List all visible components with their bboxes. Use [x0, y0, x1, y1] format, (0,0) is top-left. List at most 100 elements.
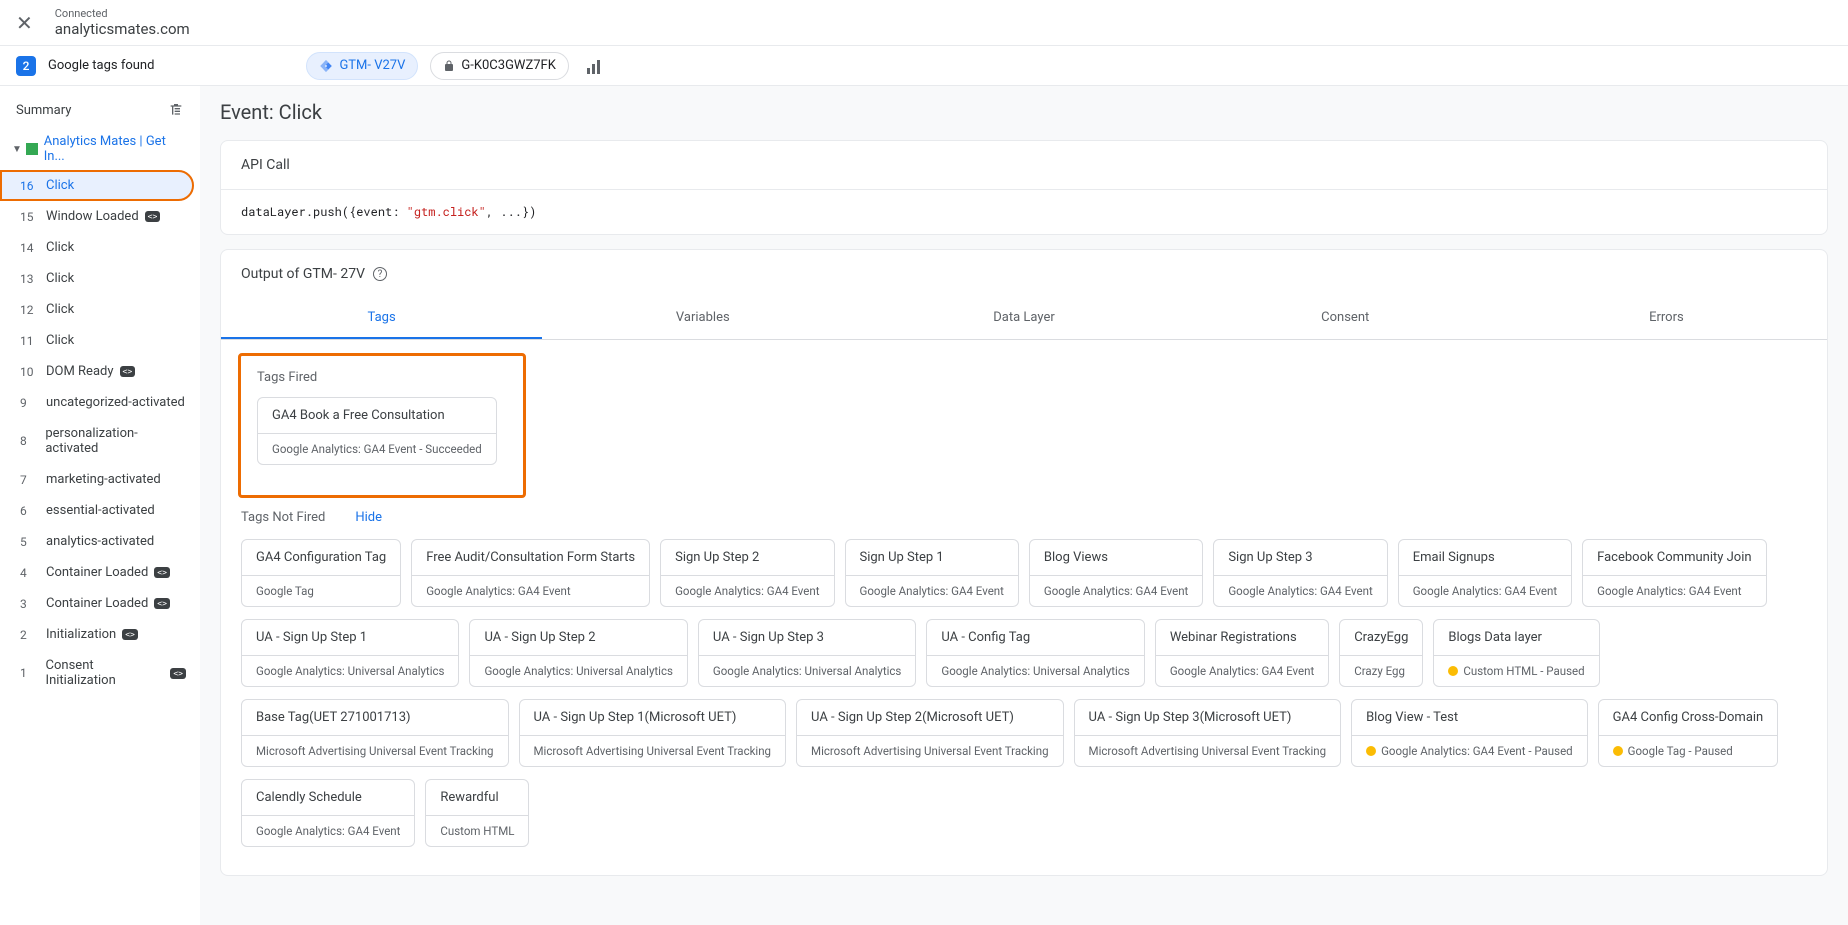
- tag-card-title: Blog View - Test: [1352, 700, 1587, 735]
- tag-card[interactable]: UA - Config TagGoogle Analytics: Univers…: [926, 619, 1144, 687]
- event-list: 16Click15Window Loaded<>14Click13Click12…: [0, 170, 200, 696]
- event-num: 11: [20, 334, 40, 348]
- code-icon: <>: [170, 668, 186, 679]
- tag-card-sub: Google Analytics: GA4 Event - Paused: [1352, 735, 1587, 766]
- ga-pill-label: G-K0C3GWZ7FK: [461, 58, 556, 73]
- tag-card-title: GA4 Config Cross-Domain: [1599, 700, 1778, 735]
- paused-icon: [1448, 666, 1458, 676]
- event-item[interactable]: 2Initialization<>: [0, 619, 194, 650]
- tag-card-sub: Google Analytics: Universal Analytics: [699, 655, 915, 686]
- event-item[interactable]: 5analytics-activated: [0, 526, 194, 557]
- tag-card-sub: Microsoft Advertising Universal Event Tr…: [242, 735, 508, 766]
- tag-card[interactable]: UA - Sign Up Step 3(Microsoft UET)Micros…: [1074, 699, 1342, 767]
- event-item[interactable]: 3Container Loaded<>: [0, 588, 194, 619]
- tag-card[interactable]: Calendly ScheduleGoogle Analytics: GA4 E…: [241, 779, 415, 847]
- tag-card-title: Sign Up Step 2: [661, 540, 833, 575]
- tag-card-sub: Google Tag: [242, 575, 400, 606]
- ga-pill[interactable]: G-K0C3GWZ7FK: [430, 52, 569, 80]
- tag-card-sub: Google Analytics: Universal Analytics: [927, 655, 1143, 686]
- event-item[interactable]: 8personalization-activated: [0, 418, 194, 464]
- event-item[interactable]: 14Click: [0, 232, 194, 263]
- tab-data-layer[interactable]: Data Layer: [863, 298, 1184, 339]
- tags-fired-label: Tags Fired: [257, 370, 507, 385]
- tag-card-title: UA - Config Tag: [927, 620, 1143, 655]
- code-icon: <>: [120, 366, 136, 377]
- tag-card[interactable]: CrazyEggCrazy Egg: [1339, 619, 1423, 687]
- event-item[interactable]: 11Click: [0, 325, 194, 356]
- tag-card-title: UA - Sign Up Step 1: [242, 620, 458, 655]
- event-name: Container Loaded: [46, 596, 148, 611]
- tag-card-title: Webinar Registrations: [1156, 620, 1328, 655]
- api-call-panel: API Call dataLayer.push({event: "gtm.cli…: [220, 140, 1828, 235]
- tag-card[interactable]: UA - Sign Up Step 1Google Analytics: Uni…: [241, 619, 459, 687]
- event-item[interactable]: 12Click: [0, 294, 194, 325]
- api-call-code: dataLayer.push({event: "gtm.click", ...}…: [221, 189, 1827, 234]
- event-item[interactable]: 13Click: [0, 263, 194, 294]
- event-item[interactable]: 6essential-activated: [0, 495, 194, 526]
- event-item[interactable]: 1Consent Initialization<>: [0, 650, 194, 696]
- tag-card-title: Calendly Schedule: [242, 780, 414, 815]
- summary-label: Summary: [16, 103, 71, 118]
- gtm-pill[interactable]: GTM- V27V: [306, 52, 418, 80]
- gtm-icon: [319, 59, 333, 73]
- paused-icon: [1613, 746, 1623, 756]
- event-item[interactable]: 16Click: [0, 170, 194, 201]
- tree-item[interactable]: ▼ Analytics Mates | Get In...: [0, 128, 200, 170]
- tag-card-sub: Microsoft Advertising Universal Event Tr…: [1075, 735, 1341, 766]
- code-icon: <>: [122, 629, 138, 640]
- hide-link[interactable]: Hide: [355, 510, 382, 525]
- close-icon[interactable]: ✕: [16, 11, 33, 35]
- tag-card-sub: Google Analytics: Universal Analytics: [242, 655, 458, 686]
- fired-cards: GA4 Book a Free ConsultationGoogle Analy…: [257, 397, 507, 477]
- event-item[interactable]: 15Window Loaded<>: [0, 201, 194, 232]
- help-icon[interactable]: ?: [373, 267, 387, 281]
- tag-card[interactable]: Sign Up Step 1Google Analytics: GA4 Even…: [845, 539, 1019, 607]
- tag-card-sub: Google Analytics: GA4 Event: [412, 575, 649, 606]
- tag-card-title: UA - Sign Up Step 2(Microsoft UET): [797, 700, 1063, 735]
- code-icon: <>: [145, 211, 161, 222]
- tag-card-sub: Microsoft Advertising Universal Event Tr…: [520, 735, 786, 766]
- tag-card-sub: Google Tag - Paused: [1599, 735, 1778, 766]
- tag-card[interactable]: Sign Up Step 3Google Analytics: GA4 Even…: [1213, 539, 1387, 607]
- tag-card[interactable]: UA - Sign Up Step 2(Microsoft UET)Micros…: [796, 699, 1064, 767]
- tag-card-title: Email Signups: [1399, 540, 1571, 575]
- tab-variables[interactable]: Variables: [542, 298, 863, 339]
- event-item[interactable]: 4Container Loaded<>: [0, 557, 194, 588]
- tag-card[interactable]: Blog View - TestGoogle Analytics: GA4 Ev…: [1351, 699, 1588, 767]
- tag-card[interactable]: GA4 Configuration TagGoogle Tag: [241, 539, 401, 607]
- tags-fired-highlight: Tags Fired GA4 Book a Free ConsultationG…: [238, 353, 526, 498]
- tag-card[interactable]: Sign Up Step 2Google Analytics: GA4 Even…: [660, 539, 834, 607]
- clear-icon[interactable]: [168, 102, 184, 118]
- tag-card-sub: Google Analytics: GA4 Event - Succeeded: [258, 433, 496, 464]
- tag-card[interactable]: RewardfulCustom HTML: [425, 779, 529, 847]
- tag-card[interactable]: UA - Sign Up Step 2Google Analytics: Uni…: [469, 619, 687, 687]
- tag-card-title: UA - Sign Up Step 3: [699, 620, 915, 655]
- tag-card[interactable]: Base Tag(UET 271001713)Microsoft Adverti…: [241, 699, 509, 767]
- tab-consent[interactable]: Consent: [1185, 298, 1506, 339]
- lock-icon: [443, 60, 455, 72]
- event-item[interactable]: 10DOM Ready<>: [0, 356, 194, 387]
- page-status-icon: [26, 143, 38, 155]
- tag-card[interactable]: Blogs Data layerCustom HTML - Paused: [1433, 619, 1599, 687]
- tag-card-title: Rewardful: [426, 780, 528, 815]
- tag-card[interactable]: Blog ViewsGoogle Analytics: GA4 Event: [1029, 539, 1203, 607]
- tag-card[interactable]: Webinar RegistrationsGoogle Analytics: G…: [1155, 619, 1329, 687]
- tag-card[interactable]: UA - Sign Up Step 3Google Analytics: Uni…: [698, 619, 916, 687]
- tag-card-title: Blogs Data layer: [1434, 620, 1598, 655]
- tag-card[interactable]: UA - Sign Up Step 1(Microsoft UET)Micros…: [519, 699, 787, 767]
- tab-tags[interactable]: Tags: [221, 298, 542, 339]
- event-item[interactable]: 9uncategorized-activated: [0, 387, 194, 418]
- tag-card[interactable]: Email SignupsGoogle Analytics: GA4 Event: [1398, 539, 1572, 607]
- tag-card-sub: Microsoft Advertising Universal Event Tr…: [797, 735, 1063, 766]
- event-name: essential-activated: [46, 503, 155, 518]
- tag-card[interactable]: GA4 Book a Free ConsultationGoogle Analy…: [257, 397, 497, 465]
- tag-card[interactable]: Facebook Community JoinGoogle Analytics:…: [1582, 539, 1766, 607]
- summary-row[interactable]: Summary: [0, 92, 200, 128]
- event-item[interactable]: 7marketing-activated: [0, 464, 194, 495]
- tag-card-title: Free Audit/Consultation Form Starts: [412, 540, 649, 575]
- analytics-chart-icon[interactable]: [587, 58, 603, 74]
- tag-card[interactable]: GA4 Config Cross-DomainGoogle Tag - Paus…: [1598, 699, 1779, 767]
- tag-card-title: GA4 Configuration Tag: [242, 540, 400, 575]
- tag-card[interactable]: Free Audit/Consultation Form StartsGoogl…: [411, 539, 650, 607]
- tab-errors[interactable]: Errors: [1506, 298, 1827, 339]
